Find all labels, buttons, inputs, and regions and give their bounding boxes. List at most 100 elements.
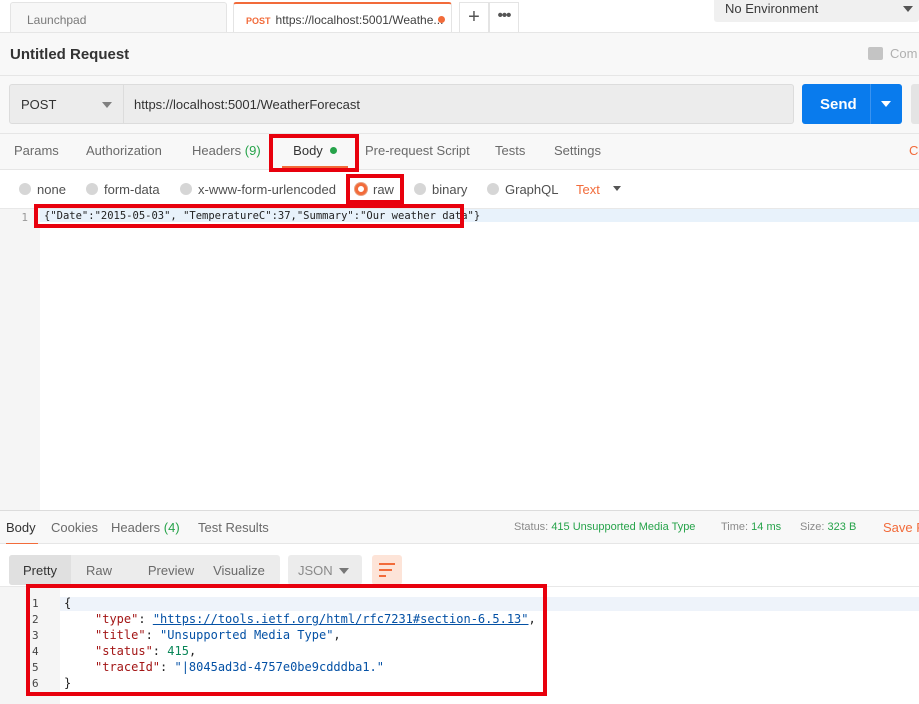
json-line-traceid: "traceId": "|8045ad3d-4757e0be9cdddba1." [95, 660, 384, 674]
tab-tests[interactable]: Tests [495, 143, 525, 158]
tab-body-label: Body [293, 143, 323, 158]
size-label: Size: [800, 521, 825, 533]
line-number: 4 [32, 645, 39, 658]
request-tabs: Params Authorization Headers (9) Body Pr… [0, 134, 919, 170]
json-line-status: "status": 415, [95, 644, 197, 658]
tab-body[interactable]: Body [282, 134, 348, 168]
tab-headers[interactable]: Headers (9) [192, 143, 261, 158]
view-raw-button[interactable]: Raw [71, 555, 127, 585]
radio-none[interactable]: none [19, 182, 66, 197]
tab-request[interactable]: POST https://localhost:5001/Weathe... [233, 2, 452, 32]
radio-urlencoded-label: x-www-form-urlencoded [198, 182, 336, 197]
radio-circle-icon [19, 183, 31, 195]
response-tab-cookies[interactable]: Cookies [51, 520, 98, 535]
active-line-highlight [60, 597, 919, 611]
size-value[interactable]: 323 B [828, 521, 857, 533]
radio-circle-icon [487, 183, 499, 195]
comment-icon [868, 47, 883, 60]
tab-authorization[interactable]: Authorization [86, 143, 162, 158]
response-headers-count: (4) [163, 520, 180, 535]
comments-label: Com [890, 46, 918, 61]
response-tab-test-results[interactable]: Test Results [198, 520, 269, 535]
send-options-chevron-icon[interactable] [881, 101, 891, 107]
response-status: Status: 415 Unsupported Media Type [514, 521, 695, 533]
radio-raw-label: raw [373, 182, 394, 197]
response-tab-headers[interactable]: Headers (4) [111, 520, 180, 535]
radio-selected-icon [355, 183, 367, 195]
request-body-editor[interactable]: 1 {"Date":"2015-05-03", "TemperatureC":3… [0, 208, 919, 511]
response-view-toggle: Pretty Raw Preview Visualize [9, 555, 280, 585]
response-tab-body[interactable]: Body [6, 520, 38, 545]
radio-none-label: none [37, 182, 66, 197]
url-bar: POST Send [0, 76, 919, 134]
json-type-link[interactable]: "https://tools.ietf.org/html/rfc7231#sec… [153, 612, 529, 626]
radio-binary[interactable]: binary [414, 182, 467, 197]
json-key: "traceId" [95, 660, 161, 674]
radio-graphql-label: GraphQL [505, 182, 559, 197]
tab-headers-label: Headers [192, 143, 242, 158]
json-value: 415 [167, 644, 189, 658]
response-body-viewer[interactable]: 1 2 3 4 5 6 { "type": "https://tools.iet… [0, 586, 919, 704]
radio-urlencoded[interactable]: x-www-form-urlencoded [180, 182, 336, 197]
save-response-button[interactable]: Save R [883, 520, 919, 535]
unsaved-dot-icon [438, 16, 445, 23]
response-tabs: Body Cookies Headers (4) Test Results St… [0, 510, 919, 545]
response-format-label: JSON [298, 563, 333, 578]
response-size: Size: 323 B [800, 521, 856, 533]
view-pretty-button[interactable]: Pretty [9, 555, 71, 585]
line-number: 6 [32, 677, 39, 690]
chevron-down-icon [339, 568, 349, 574]
radio-circle-icon [414, 183, 426, 195]
tab-params[interactable]: Params [14, 143, 59, 158]
response-format-select[interactable]: JSON [288, 555, 362, 585]
line-number: 2 [32, 613, 39, 626]
radio-binary-label: binary [432, 182, 468, 197]
comments-button[interactable]: Com [868, 46, 917, 61]
raw-format-select[interactable]: Text [576, 182, 600, 197]
status-label: Status: [514, 521, 549, 533]
radio-graphql[interactable]: GraphQL [487, 182, 558, 197]
json-key: "type" [95, 612, 139, 626]
environment-label: No Environment [725, 1, 819, 16]
view-preview-button[interactable]: Preview [133, 555, 209, 585]
json-line-type: "type": "https://tools.ietf.org/html/rfc… [95, 612, 536, 626]
method-select[interactable]: POST [9, 84, 124, 124]
view-visualize-button[interactable]: Visualize [209, 555, 269, 585]
line-number: 5 [32, 661, 39, 674]
chevron-down-icon [903, 6, 913, 12]
environment-select[interactable]: No Environment [714, 0, 919, 22]
method-label: POST [21, 97, 57, 112]
url-input[interactable] [124, 84, 794, 124]
ellipsis-icon: ••• [497, 7, 512, 24]
json-key: "title" [95, 628, 146, 642]
json-value: "|8045ad3d-4757e0be9cdddba1." [174, 660, 384, 674]
response-tab-headers-label: Headers [111, 520, 161, 535]
radio-form-data[interactable]: form-data [86, 182, 160, 197]
save-button[interactable] [911, 84, 919, 124]
more-tabs-button[interactable]: ••• [489, 2, 519, 32]
request-title[interactable]: Untitled Request [10, 46, 129, 63]
wrap-lines-button[interactable] [372, 555, 402, 585]
cookies-link[interactable]: Co [909, 143, 919, 158]
radio-form-data-label: form-data [104, 182, 160, 197]
tab-pre-request-script[interactable]: Pre-request Script [365, 143, 470, 158]
chevron-down-icon[interactable] [613, 186, 621, 191]
tab-launchpad[interactable]: Launchpad [10, 2, 227, 32]
status-value[interactable]: 415 Unsupported Media Type [551, 521, 695, 533]
radio-raw[interactable]: raw [355, 182, 394, 197]
json-key: "status" [95, 644, 153, 658]
request-body-code[interactable]: {"Date":"2015-05-03", "TemperatureC":37,… [44, 210, 480, 222]
json-value: "Unsupported Media Type" [160, 628, 334, 642]
tab-settings[interactable]: Settings [554, 143, 601, 158]
radio-circle-icon [86, 183, 98, 195]
line-number: 1 [21, 211, 28, 224]
add-tab-button[interactable]: + [459, 2, 489, 32]
chevron-down-icon [102, 102, 112, 108]
headers-count: (9) [244, 143, 261, 158]
send-button[interactable]: Send [802, 84, 902, 124]
time-value[interactable]: 14 ms [751, 521, 781, 533]
tab-strip: Launchpad POST https://localhost:5001/Wea… [0, 0, 919, 32]
line-number: 1 [32, 597, 39, 610]
tab-launchpad-label: Launchpad [27, 13, 87, 27]
request-title-bar: Untitled Request Com [0, 32, 919, 76]
